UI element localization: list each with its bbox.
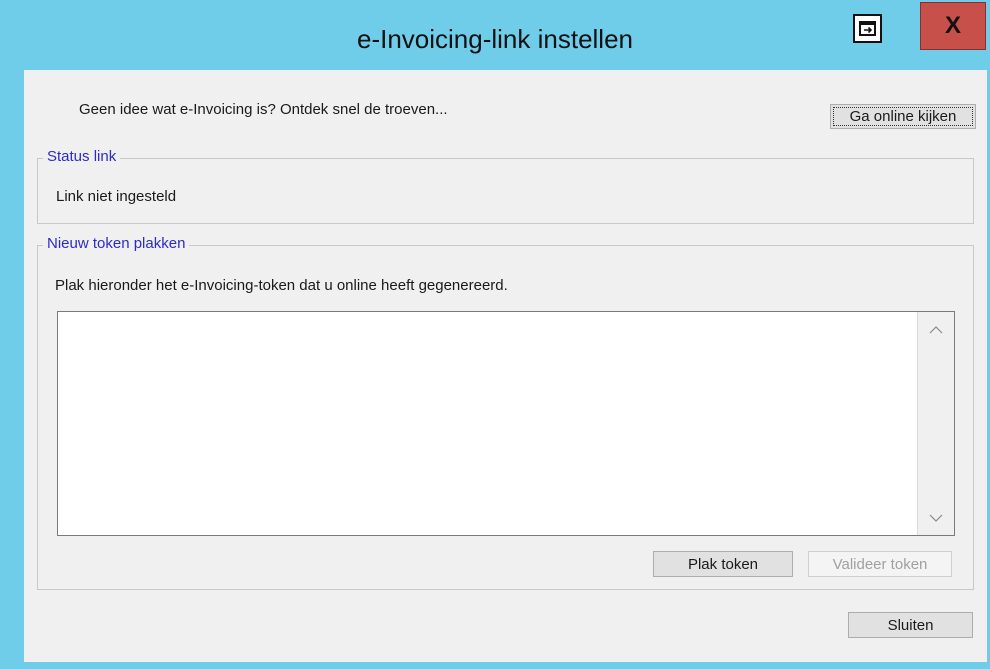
dialog-window: e-Invoicing-link instellen X Geen idee w…	[0, 0, 990, 669]
intro-text: Geen idee wat e-Invoicing is? Ontdek sne…	[79, 101, 448, 118]
new-token-group: Nieuw token plakken Plak hieronder het e…	[37, 235, 974, 590]
status-link-group: Status link Link niet ingesteld	[37, 148, 974, 224]
validate-token-button[interactable]: Valideer token	[808, 551, 952, 577]
scroll-down-arrow-icon[interactable]	[918, 503, 954, 533]
window-title: e-Invoicing-link instellen	[356, 24, 634, 54]
new-token-legend: Nieuw token plakken	[43, 235, 190, 252]
scroll-up-arrow-icon[interactable]	[918, 314, 954, 344]
token-scrollbar[interactable]	[917, 312, 954, 535]
token-textarea[interactable]	[57, 311, 955, 536]
go-online-button[interactable]: Ga online kijken	[830, 104, 976, 129]
paste-token-button[interactable]: Plak token	[653, 551, 793, 577]
close-dialog-button[interactable]: Sluiten	[848, 612, 973, 638]
close-window-button[interactable]: X	[920, 2, 986, 50]
restore-button[interactable]	[853, 14, 882, 43]
dialog-client-area: Geen idee wat e-Invoicing is? Ontdek sne…	[24, 70, 987, 662]
link-status-text: Link niet ingesteld	[56, 188, 177, 205]
status-link-legend: Status link	[43, 148, 121, 165]
restore-icon	[859, 21, 876, 36]
token-instruction: Plak hieronder het e-Invoicing-token dat…	[55, 277, 508, 294]
close-icon: X	[944, 12, 961, 39]
